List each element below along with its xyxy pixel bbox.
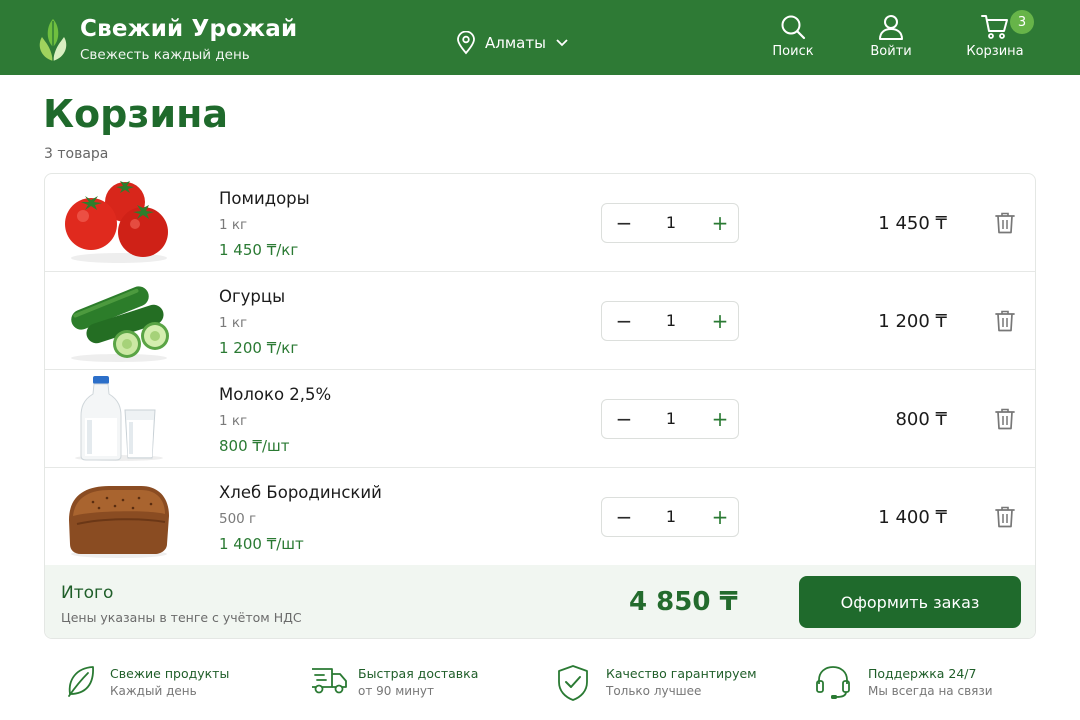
search-button[interactable]: Поиск — [768, 14, 818, 59]
page-title: Корзина — [43, 92, 228, 136]
feature-title: Качество гарантируем — [606, 666, 757, 681]
feature-subtitle: Только лучшее — [606, 684, 702, 698]
feature-title: Быстрая доставка — [358, 666, 479, 681]
login-label: Войти — [870, 44, 912, 59]
login-button[interactable]: Войти — [866, 14, 916, 59]
quantity-value[interactable]: 1 — [652, 507, 690, 526]
item-unit-price: 800 ₸/шт — [219, 437, 290, 455]
location-label: Алматы — [485, 34, 546, 52]
item-unit: 500 г — [219, 511, 257, 527]
leaf-icon — [68, 666, 94, 697]
cart-panel: Помидоры 1 кг 1 450 ₸/кг − 1 + 1 450 ₸ О… — [44, 173, 1036, 639]
item-name[interactable]: Хлеб Бородинский — [219, 483, 382, 502]
decrease-quantity-button[interactable]: − — [610, 210, 638, 236]
trash-icon[interactable] — [995, 506, 1015, 528]
cart-label: Корзина — [966, 44, 1024, 59]
quantity-stepper: − 1 + — [601, 399, 739, 439]
item-unit: 1 кг — [219, 315, 248, 331]
item-total: 800 ₸ — [895, 409, 947, 430]
brand-subtitle: Свежесть каждый день — [80, 47, 250, 63]
truck-icon — [312, 668, 347, 694]
search-label: Поиск — [772, 44, 814, 59]
cart-item-row: Помидоры 1 кг 1 450 ₸/кг − 1 + 1 450 ₸ — [45, 174, 1035, 272]
quantity-stepper: − 1 + — [601, 203, 739, 243]
trash-icon[interactable] — [995, 408, 1015, 430]
cart-item-row: Молоко 2,5% 1 кг 800 ₸/шт − 1 + 800 ₸ — [45, 370, 1035, 468]
trash-icon[interactable] — [995, 212, 1015, 234]
milk-image — [75, 376, 163, 461]
cart-count-badge: 3 — [1010, 10, 1034, 34]
cucumbers-image — [71, 286, 169, 362]
feature-subtitle: Каждый день — [110, 684, 197, 698]
item-name[interactable]: Огурцы — [219, 287, 285, 306]
location-selector[interactable]: Алматы — [456, 30, 569, 56]
quantity-stepper: − 1 + — [601, 497, 739, 537]
leaf-logo-icon[interactable] — [36, 17, 70, 63]
shield-check-icon — [558, 665, 588, 701]
bread-image — [69, 486, 169, 558]
quantity-stepper: − 1 + — [601, 301, 739, 341]
item-unit: 1 кг — [219, 413, 248, 429]
quantity-value[interactable]: 1 — [652, 213, 690, 232]
item-name[interactable]: Помидоры — [219, 189, 310, 208]
item-total: 1 450 ₸ — [878, 213, 947, 234]
item-unit: 1 кг — [219, 217, 248, 233]
decrease-quantity-button[interactable]: − — [610, 406, 638, 432]
items-count: 3 товара — [44, 146, 109, 162]
decrease-quantity-button[interactable]: − — [610, 308, 638, 334]
item-name[interactable]: Молоко 2,5% — [219, 385, 331, 404]
brand-title[interactable]: Свежий Урожай — [80, 16, 297, 42]
cart-item-row: Хлеб Бородинский 500 г 1 400 ₸/шт − 1 + … — [45, 468, 1035, 566]
map-pin-icon — [457, 31, 475, 55]
order-summary: Итого Цены указаны в тенге с учётом НДС … — [45, 565, 1035, 638]
shopping-cart-icon — [981, 15, 1008, 39]
increase-quantity-button[interactable]: + — [706, 210, 734, 236]
increase-quantity-button[interactable]: + — [706, 308, 734, 334]
item-unit-price: 1 200 ₸/кг — [219, 339, 299, 357]
feature-title: Поддержка 24/7 — [868, 666, 977, 681]
tomatoes-image — [65, 181, 168, 263]
trash-icon[interactable] — [995, 310, 1015, 332]
item-total: 1 200 ₸ — [878, 311, 947, 332]
user-icon — [879, 15, 903, 40]
top-header: Свежий Урожай Свежесть каждый день Алмат… — [0, 0, 1080, 75]
increase-quantity-button[interactable]: + — [706, 504, 734, 530]
quantity-value[interactable]: 1 — [652, 311, 690, 330]
item-unit-price: 1 450 ₸/кг — [219, 241, 299, 259]
headset-icon — [816, 666, 850, 699]
feature-subtitle: от 90 минут — [358, 684, 435, 698]
checkout-button[interactable]: Оформить заказ — [799, 576, 1021, 628]
cart-item-row: Огурцы 1 кг 1 200 ₸/кг − 1 + 1 200 ₸ — [45, 272, 1035, 370]
feature-title: Свежие продукты — [110, 666, 230, 681]
summary-title: Итого — [61, 583, 114, 603]
summary-note: Цены указаны в тенге с учётом НДС — [61, 610, 302, 625]
item-unit-price: 1 400 ₸/шт — [219, 535, 304, 553]
quantity-value[interactable]: 1 — [652, 409, 690, 428]
chevron-down-icon — [556, 39, 568, 47]
summary-total: 4 850 ₸ — [629, 587, 738, 617]
feature-subtitle: Мы всегда на связи — [868, 684, 993, 698]
decrease-quantity-button[interactable]: − — [610, 504, 638, 530]
item-total: 1 400 ₸ — [878, 507, 947, 528]
search-icon — [781, 15, 806, 40]
increase-quantity-button[interactable]: + — [706, 406, 734, 432]
cart-button[interactable]: Корзина 3 — [962, 10, 1034, 59]
